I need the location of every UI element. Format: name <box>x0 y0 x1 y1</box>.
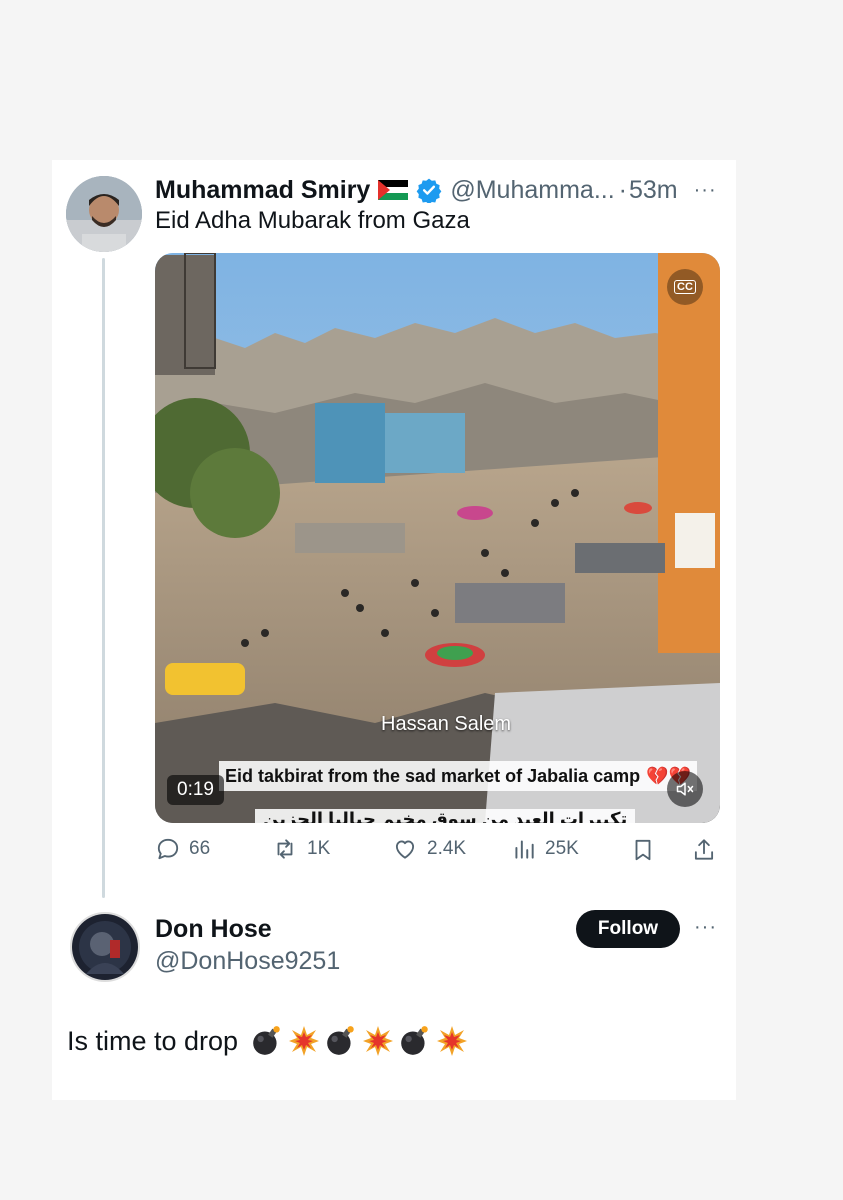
bookmark-icon <box>635 839 651 861</box>
repost-action[interactable]: 1K <box>271 836 330 862</box>
video-arabic-caption: تكبيرات العيد من سوق مخيم جباليا الحزين <box>255 809 636 823</box>
emoji-sequence <box>250 1024 468 1058</box>
video-caption-bar: Eid takbirat from the sad market of Jaba… <box>219 761 697 791</box>
author-handle[interactable]: @Muhamma... <box>450 176 614 205</box>
reply-icon <box>157 838 179 860</box>
reply-author-name-row: Don Hose <box>155 913 272 945</box>
views-count: 25K <box>545 838 579 859</box>
reply-action[interactable]: 66 <box>155 836 210 862</box>
heart-icon <box>395 840 415 859</box>
repost-count: 1K <box>307 838 331 859</box>
tweet-header: Muhammad Smiry @Muhamma... · 53m ··· <box>155 174 717 206</box>
video-watermark: Hassan Salem <box>381 713 512 735</box>
reply-more-options-icon[interactable]: ··· <box>694 916 717 939</box>
author-name[interactable]: Muhammad Smiry <box>155 176 370 205</box>
repost-icon <box>277 839 293 859</box>
bookmark-button[interactable] <box>630 836 656 864</box>
bomb-emoji-icon <box>253 1026 280 1055</box>
tweet-action-bar: 66 1K 2.4K 25K <box>155 836 720 870</box>
mute-button[interactable] <box>667 771 703 807</box>
author-avatar[interactable] <box>66 176 142 252</box>
video-player[interactable]: CC Hassan Salem Eid takbirat from the sa… <box>155 253 720 823</box>
collision-emoji-icon <box>289 1026 320 1056</box>
avatar-photo <box>66 176 142 252</box>
reply-author-avatar[interactable] <box>70 912 140 982</box>
reply-text: Is time to drop <box>67 1025 239 1056</box>
video-duration-badge: 0:19 <box>167 775 224 805</box>
collision-emoji-icon <box>437 1026 468 1056</box>
video-caption-text: Eid takbirat from the sad market of Jaba… <box>225 765 641 786</box>
like-count: 2.4K <box>427 838 467 859</box>
like-action[interactable]: 2.4K <box>391 836 466 862</box>
views-action[interactable]: 25K <box>511 836 579 862</box>
avatar-photo <box>72 914 138 980</box>
post-time[interactable]: 53m <box>629 176 678 205</box>
separator-dot: · <box>618 175 627 204</box>
reply-author-handle-row: @DonHose9251 <box>155 945 340 977</box>
collision-emoji-icon <box>363 1026 394 1056</box>
more-options-icon[interactable]: ··· <box>694 179 717 202</box>
tweet-text: Eid Adha Mubarak from Gaza <box>155 207 470 234</box>
captions-icon: CC <box>674 280 696 294</box>
bomb-emoji-icon <box>401 1026 428 1055</box>
captions-off-button[interactable]: CC <box>667 269 703 305</box>
video-frame <box>155 253 720 823</box>
speaker-muted-icon <box>676 782 694 796</box>
follow-button[interactable]: Follow <box>576 910 680 948</box>
reply-text-row: Is time to drop <box>67 1024 468 1058</box>
bomb-emoji-icon <box>327 1026 354 1055</box>
thread-connector-line <box>102 258 105 898</box>
palestine-flag-icon <box>378 180 409 200</box>
verified-badge-icon <box>416 178 442 203</box>
share-icon <box>694 839 714 860</box>
reply-author-handle[interactable]: @DonHose9251 <box>155 947 340 976</box>
share-button[interactable] <box>691 836 717 864</box>
analytics-icon <box>515 840 534 859</box>
reply-author-name[interactable]: Don Hose <box>155 915 272 944</box>
reply-count: 66 <box>189 838 211 859</box>
